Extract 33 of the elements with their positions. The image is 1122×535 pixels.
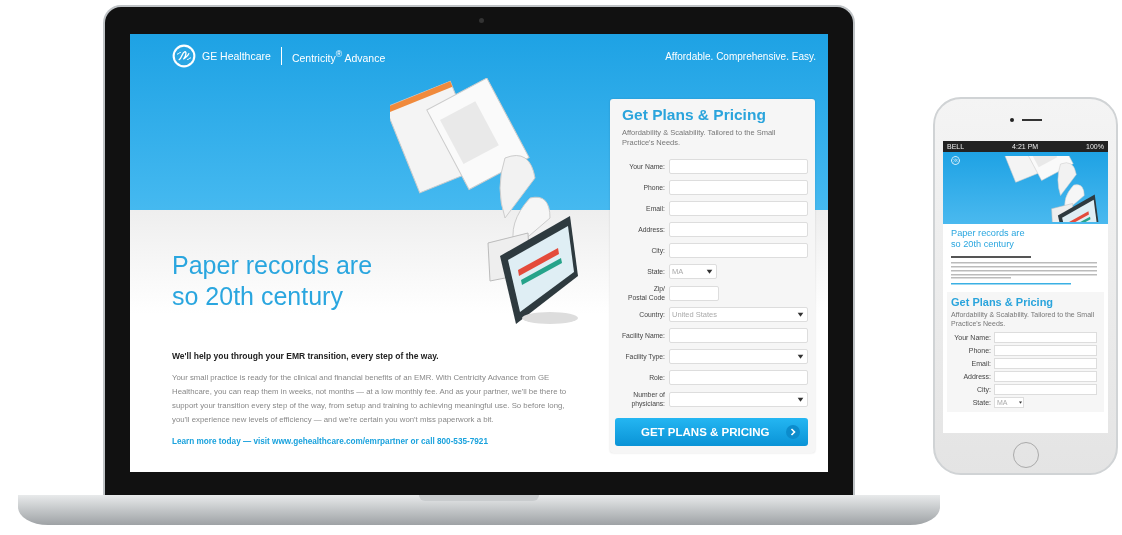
input-field[interactable] — [994, 371, 1097, 382]
headline: Paper records are so 20th century — [172, 250, 374, 312]
dropdown-caret-icon — [1018, 400, 1023, 405]
dropdown-caret-icon — [796, 310, 805, 319]
chevron-right-icon — [786, 425, 800, 439]
dropdown-caret-icon — [705, 267, 714, 276]
dropdown-field[interactable] — [669, 349, 808, 364]
tagline: Affordable. Comprehensive. Easy. — [664, 49, 817, 64]
intro-lead: We'll help you through your EMR transition, every step of the way. — [172, 351, 440, 361]
submit-button[interactable]: GET PLANS & PRICING — [615, 418, 808, 446]
input-field[interactable] — [669, 243, 808, 258]
logo-icon — [172, 44, 196, 68]
input-field[interactable] — [669, 159, 808, 174]
input-field[interactable] — [994, 332, 1097, 343]
dropdown-field[interactable] — [669, 391, 808, 407]
brand-name: GE Healthcare — [202, 50, 271, 62]
dropdown-caret-icon — [796, 352, 805, 361]
input-field[interactable] — [669, 222, 808, 237]
input-field[interactable] — [669, 328, 808, 343]
input-field[interactable] — [669, 180, 808, 195]
headline: Paper records are so 20th century — [951, 228, 1026, 250]
input-field[interactable] — [669, 285, 719, 301]
camera-icon — [479, 18, 484, 23]
input-field[interactable] — [994, 384, 1097, 395]
input-field[interactable] — [994, 358, 1097, 369]
input-field[interactable] — [994, 345, 1097, 356]
form-title: Get Plans & Pricing — [621, 106, 767, 124]
input-field[interactable] — [669, 201, 808, 216]
product-name: Centricity$^{®}$ Advance — [291, 48, 386, 64]
logo-icon — [951, 156, 960, 165]
input-field[interactable] — [669, 370, 808, 385]
form-title: Get Plans & Pricing — [951, 296, 1055, 308]
learn-more-link[interactable]: Learn more today — visit www.gehealthcare.com/emrpartner or call 800-535-7921 — [172, 437, 572, 446]
